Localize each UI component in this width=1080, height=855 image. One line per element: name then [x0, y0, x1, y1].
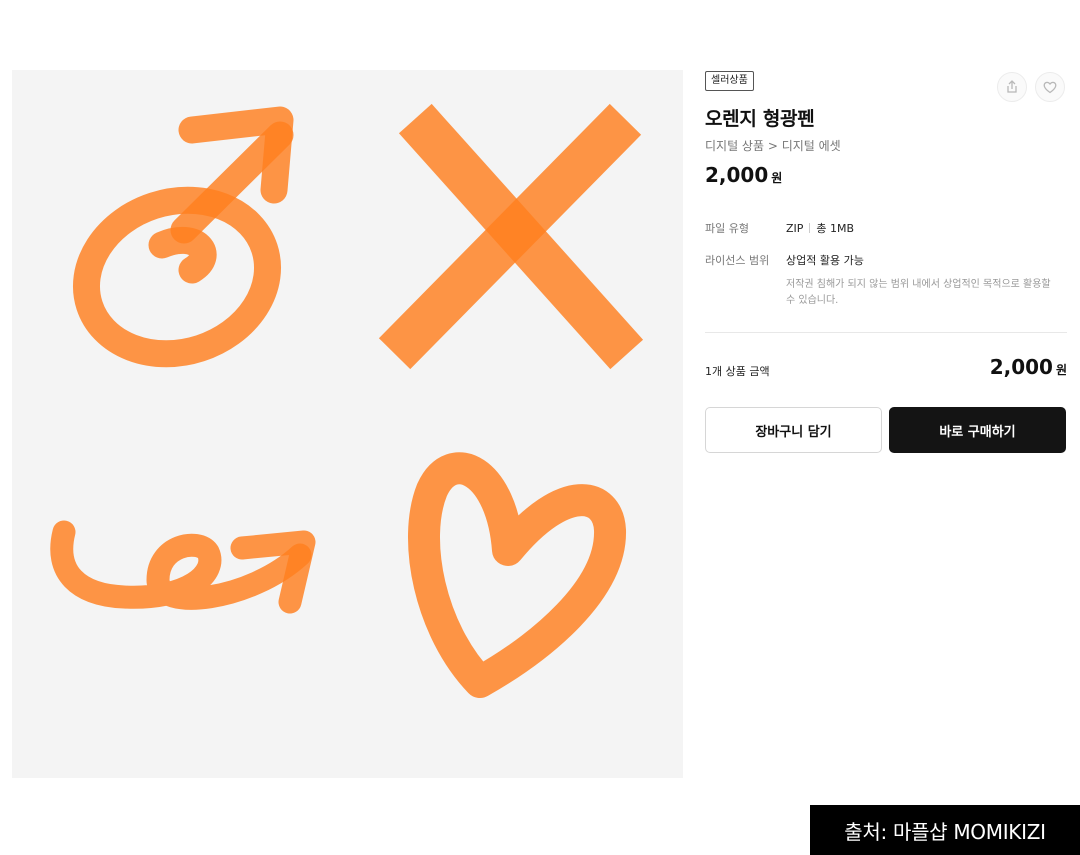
heart-doodle [408, 452, 626, 698]
product-title: 오렌지 형광펜 [705, 108, 815, 130]
license-label: 라이선스 범위 [705, 254, 770, 267]
add-to-cart-button[interactable]: 장바구니 담기 [705, 407, 882, 453]
total-label: 1개 상품 금액 [705, 365, 770, 378]
price-amount: 2,000 [705, 163, 769, 187]
curly-arrow-doodle [50, 520, 316, 614]
total-currency: 원 [1055, 363, 1067, 377]
share-icon [1007, 80, 1017, 93]
file-size: 총 1MB [816, 222, 855, 235]
product-price: 2,000 원 [705, 163, 782, 187]
license-note: 저작권 침해가 되지 않는 범위 내에서 상업적인 목적으로 활용할 수 있습니… [786, 279, 1051, 306]
price-currency: 원 [771, 171, 783, 185]
total-amount: 2,000 [989, 355, 1053, 379]
license-value: 상업적 활용 가능 [786, 254, 864, 267]
seller-product-badge: 셀러상품 [705, 71, 754, 91]
male-symbol-doodle [72, 106, 294, 368]
breadcrumb: 디지털 상품 > 디지털 에셋 [705, 139, 841, 153]
file-format: ZIP [786, 222, 804, 235]
source-watermark: 출처: 마플샵 MOMIKIZI [810, 805, 1080, 855]
product-image [12, 70, 683, 778]
heart-icon [1043, 81, 1057, 94]
divider [705, 332, 1067, 333]
total-price: 2,000 원 [990, 355, 1067, 379]
x-mark-doodle [378, 103, 644, 370]
separator [809, 223, 811, 233]
file-type-value: ZIP 총 1MB [786, 220, 854, 236]
buy-now-button[interactable]: 바로 구매하기 [889, 407, 1066, 453]
file-type-label: 파일 유형 [705, 222, 749, 235]
share-button[interactable] [997, 72, 1027, 102]
like-button[interactable] [1035, 72, 1065, 102]
